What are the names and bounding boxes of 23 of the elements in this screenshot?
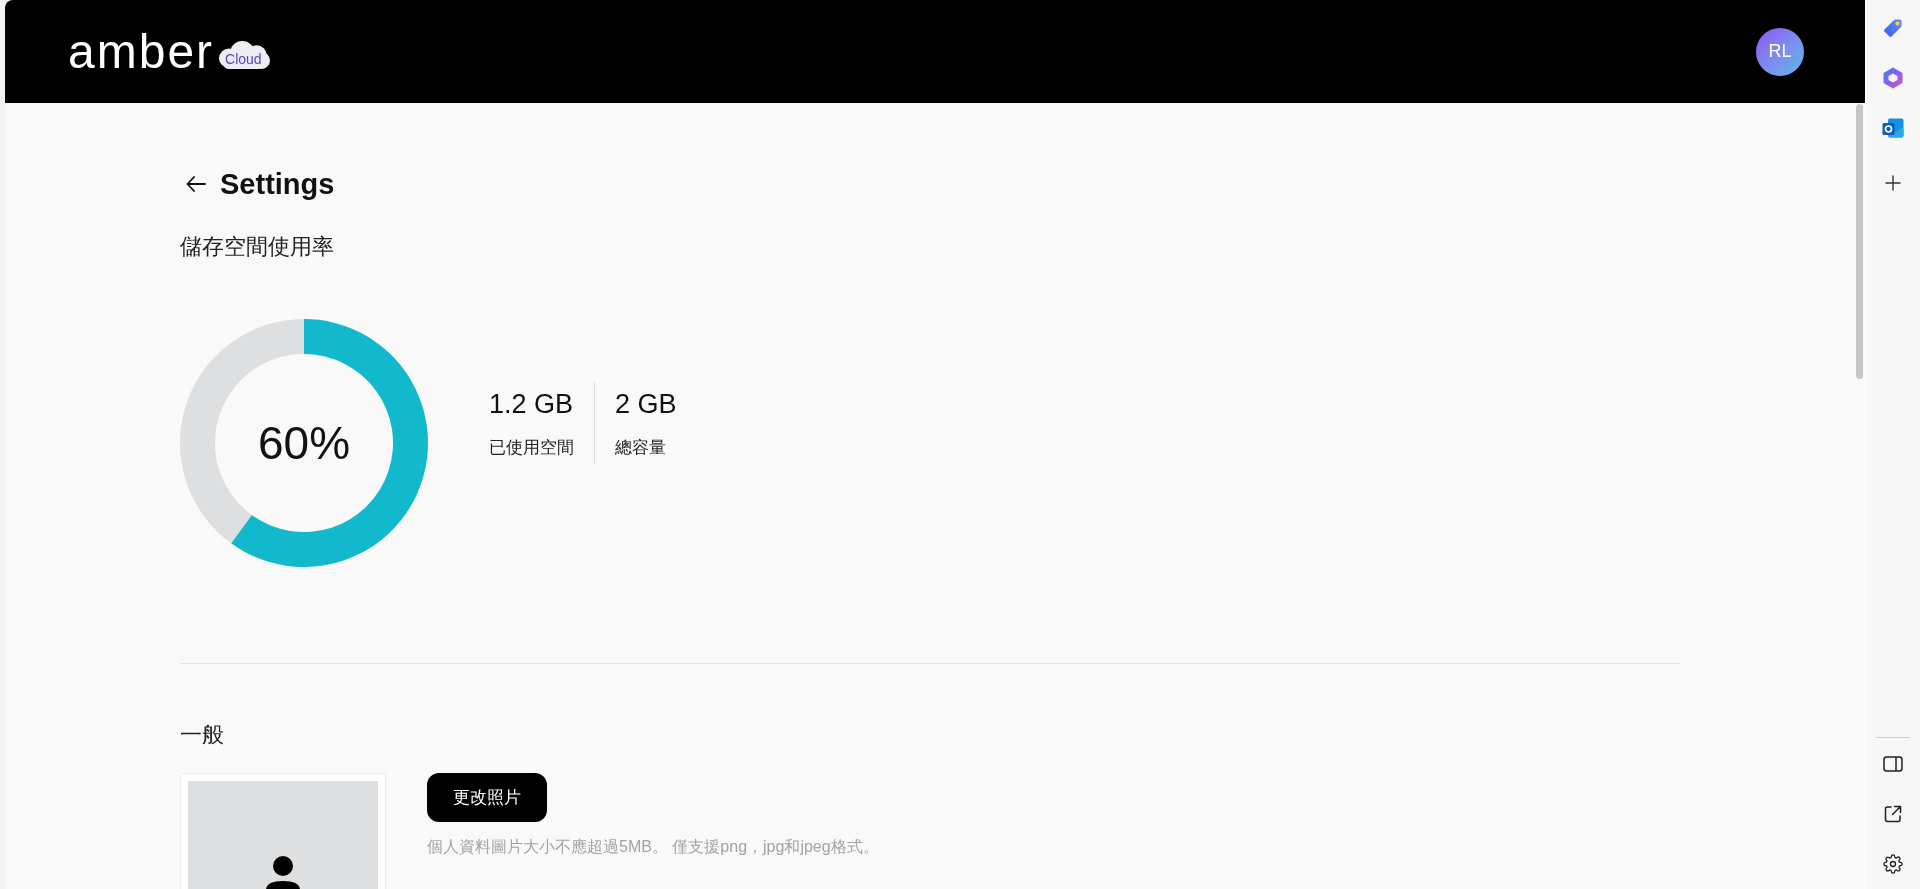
open-external-icon[interactable] (1884, 805, 1902, 823)
cloud-icon (219, 41, 271, 69)
settings-icon[interactable] (1883, 854, 1903, 874)
hexagon-ring-icon[interactable] (1883, 67, 1903, 89)
storage-label: 總容量 (615, 437, 666, 459)
photo-requirements-hint: 個人資料圖片大小不應超過5MB。 僅支援png，jpg和jpeg格式。 (427, 837, 879, 857)
usage-percentage: 60% (257, 417, 351, 469)
section-heading: 儲存空間使用率 (180, 233, 334, 261)
add-icon[interactable] (1885, 175, 1901, 191)
tag-icon[interactable] (1883, 18, 1903, 38)
page-title: Settings (220, 167, 335, 202)
side-panel-icon[interactable] (1883, 756, 1903, 772)
storage-label: 已使用空間 (489, 437, 574, 459)
mail-app-icon[interactable] (1882, 118, 1904, 138)
storage-value: 2 GB (615, 388, 677, 421)
person-icon (263, 856, 303, 889)
back-arrow-icon[interactable] (186, 176, 206, 192)
section-heading: 一般 (180, 721, 224, 749)
scrollbar-thumb[interactable] (1856, 104, 1863, 379)
storage-value: 1.2 GB (489, 388, 574, 421)
change-photo-button[interactable]: 更改照片 (427, 773, 547, 822)
logo-badge-text: Cloud (225, 51, 262, 67)
logo-wordmark: amber (68, 27, 215, 76)
